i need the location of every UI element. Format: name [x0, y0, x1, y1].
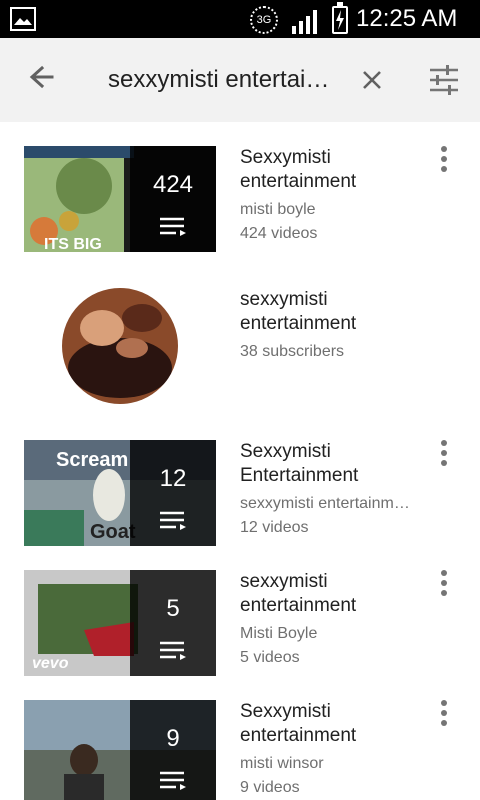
playlist-thumbnail[interactable]: ITS BIG 424 — [24, 146, 216, 252]
more-vert-icon — [441, 700, 447, 706]
filter-button[interactable] — [422, 58, 466, 102]
more-options-button[interactable] — [432, 144, 456, 176]
more-vert-icon — [441, 440, 447, 446]
playlist-thumbnail[interactable]: vevo 5 — [24, 570, 216, 676]
close-icon — [363, 71, 381, 89]
result-video-count: 424 videos — [240, 225, 318, 242]
result-video-count: 12 videos — [240, 519, 309, 536]
back-button[interactable] — [20, 56, 64, 100]
result-title[interactable]: Sexxymisti entertainment — [240, 146, 416, 194]
3g-icon: 3G — [250, 6, 278, 34]
battery-charging-icon — [332, 2, 348, 34]
channel-avatar[interactable] — [62, 288, 178, 404]
search-results-list: ITS BIG 424 Sexxymisti entertainment mis… — [0, 122, 480, 800]
playlist-count-overlay: 424 — [130, 146, 216, 252]
status-bar: 3G 12:25 AM — [0, 0, 480, 38]
playlist-count-overlay: 12 — [130, 440, 216, 546]
playlist-icon — [160, 641, 186, 660]
playlist-video-count: 9 — [166, 725, 180, 752]
thumb-caption-top: Scream — [56, 449, 128, 471]
result-owner: misti boyle — [240, 201, 316, 218]
result-title[interactable]: Sexxymisti Entertainment — [240, 440, 416, 488]
playlist-video-count: 12 — [159, 465, 187, 492]
channel-title[interactable]: sexxymisti entertainment — [240, 288, 416, 336]
signal-icon — [292, 10, 317, 34]
playlist-icon — [160, 771, 186, 790]
more-options-button[interactable] — [432, 698, 456, 730]
result-title[interactable]: sexxymisti entertainment — [240, 570, 416, 618]
playlist-count-overlay: 9 — [130, 700, 216, 800]
more-options-button[interactable] — [432, 438, 456, 470]
image-icon — [10, 7, 36, 31]
playlist-video-count: 5 — [166, 595, 180, 622]
result-owner: Misti Boyle — [240, 625, 318, 642]
more-vert-icon — [441, 570, 447, 576]
tune-icon — [430, 65, 458, 95]
result-title[interactable]: Sexxymisti entertainment — [240, 700, 416, 748]
playlist-thumbnail[interactable]: Scream Goat 12 — [24, 440, 216, 546]
more-options-button[interactable] — [432, 568, 456, 600]
playlist-video-count: 424 — [152, 171, 194, 198]
more-vert-icon — [441, 146, 447, 152]
thumb-caption: vevo — [32, 655, 69, 672]
search-query-text[interactable]: sexxymisti entertainment — [108, 64, 340, 96]
status-time: 12:25 AM — [356, 5, 458, 32]
playlist-icon — [160, 217, 186, 236]
result-owner: sexxymisti entertainment — [240, 495, 416, 512]
playlist-count-overlay: 5 — [130, 570, 216, 676]
playlist-icon — [160, 511, 186, 530]
thumb-caption: ITS BIG — [44, 236, 102, 252]
thumb-caption-bottom: Goat — [90, 521, 136, 543]
channel-avatar-image — [62, 288, 178, 404]
result-video-count: 5 videos — [240, 649, 300, 666]
clear-search-button[interactable] — [352, 60, 392, 100]
search-toolbar: sexxymisti entertainment — [0, 38, 480, 122]
result-owner: misti winsor — [240, 755, 324, 772]
result-video-count: 9 videos — [240, 779, 300, 796]
channel-subscribers: 38 subscribers — [240, 343, 345, 360]
playlist-thumbnail[interactable]: 9 — [24, 700, 216, 800]
arrow-back-icon — [29, 65, 54, 89]
